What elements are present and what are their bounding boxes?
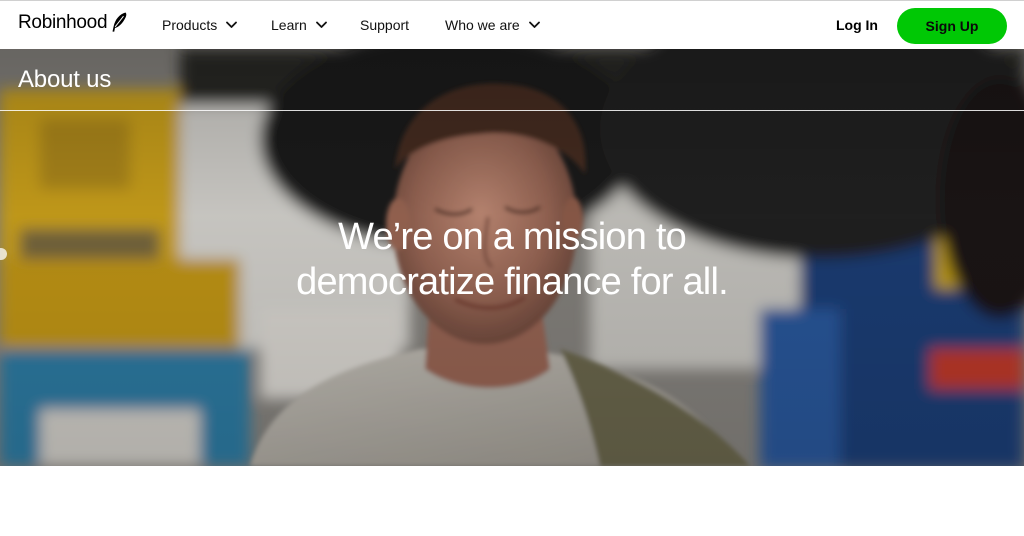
nav-support-label: Support — [360, 17, 410, 33]
top-navigation: Robinhood Products Learn Support Who we … — [0, 0, 1024, 49]
hero-headline: We’re on a mission to democratize financ… — [212, 215, 812, 305]
hero-headline-line-2: democratize finance for all. — [296, 261, 729, 303]
divider — [0, 110, 1024, 111]
nav-who-we-are-label: Who we are — [445, 17, 520, 33]
nav-support[interactable]: Support — [360, 17, 409, 33]
chevron-down-icon — [315, 21, 327, 28]
login-link[interactable]: Log In — [836, 17, 878, 33]
nav-learn-label: Learn — [271, 17, 307, 33]
nav-learn[interactable]: Learn — [271, 17, 327, 33]
hero-headline-line-1: We’re on a mission to — [338, 216, 687, 258]
feather-icon — [112, 12, 127, 32]
section-label: About us — [18, 66, 112, 93]
robinhood-logo[interactable]: Robinhood — [18, 12, 128, 34]
brand-wordmark: Robinhood — [18, 12, 108, 33]
chevron-down-icon — [226, 21, 238, 28]
nav-products-label: Products — [162, 17, 218, 33]
chevron-down-icon — [528, 21, 540, 28]
nav-who-we-are[interactable]: Who we are — [445, 17, 540, 33]
hero-section: About us We’re on a mission to democrati… — [0, 49, 1024, 466]
signup-button[interactable]: Sign Up — [897, 8, 1007, 44]
nav-products[interactable]: Products — [162, 17, 238, 33]
